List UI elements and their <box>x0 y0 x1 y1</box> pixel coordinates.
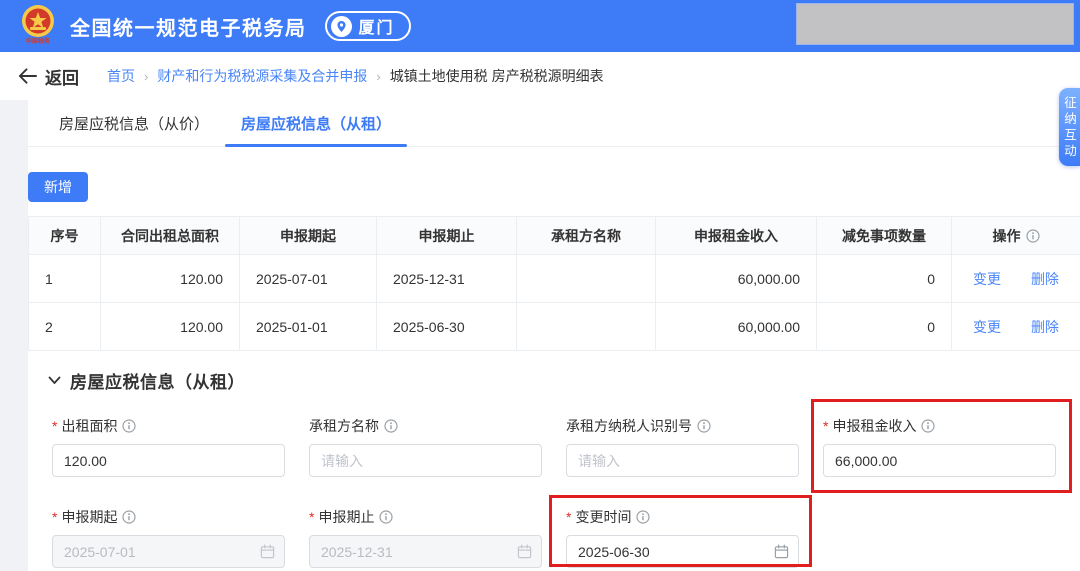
cell-area: 120.00 <box>101 303 240 351</box>
period-start-input <box>52 535 285 568</box>
col-seq: 序号 <box>29 217 101 255</box>
rental-area-input[interactable] <box>52 444 285 477</box>
cell-period-end: 2025-12-31 <box>377 255 517 303</box>
col-area: 合同出租总面积 <box>101 217 240 255</box>
breadcrumb-home[interactable]: 首页 <box>107 66 135 86</box>
field-label: 承租方名称 <box>309 416 542 436</box>
field-empty <box>823 507 1056 568</box>
table-header-row: 序号 合同出租总面积 申报期起 申报期止 承租方名称 申报租金收入 减免事项数量… <box>29 217 1080 255</box>
back-label: 返回 <box>45 64 79 89</box>
cell-rent-income: 60,000.00 <box>656 303 817 351</box>
breadcrumb-bar: 返回 首页 › 财产和行为税税源采集及合并申报 › 城镇土地使用税 房产税税源明… <box>0 52 1080 100</box>
change-link[interactable]: 变更 <box>973 271 1001 287</box>
cell-lessee <box>517 303 656 351</box>
delete-link[interactable]: 删除 <box>1031 319 1059 335</box>
cell-period-end: 2025-06-30 <box>377 303 517 351</box>
location-label: 厦门 <box>359 14 395 38</box>
info-icon[interactable] <box>697 419 711 433</box>
breadcrumb-collection[interactable]: 财产和行为税税源采集及合并申报 <box>157 66 367 86</box>
cell-actions: 变更 删除 <box>952 303 1080 351</box>
location-pin-icon <box>331 16 352 37</box>
field-label: * 申报期起 <box>52 507 285 527</box>
info-icon[interactable] <box>1026 229 1040 243</box>
rental-records-table: 序号 合同出租总面积 申报期起 申报期止 承租方名称 申报租金收入 减免事项数量… <box>28 216 1080 351</box>
rent-income-input[interactable] <box>823 444 1056 477</box>
field-period-start: * 申报期起 <box>52 507 285 568</box>
period-end-input <box>309 535 542 568</box>
redacted-user-area <box>796 3 1074 45</box>
lessee-tax-id-input[interactable] <box>566 444 799 477</box>
content-card: 房屋应税信息（从价） 房屋应税信息（从租） 新增 序号 合同出租总面积 申报期起… <box>28 100 1080 571</box>
info-icon[interactable] <box>636 510 650 524</box>
app-header: 中国税务 全国统一规范电子税务局 厦门 <box>0 0 1080 52</box>
required-marker: * <box>52 418 57 434</box>
add-button[interactable]: 新增 <box>28 172 88 202</box>
col-rent-income: 申报租金收入 <box>656 217 817 255</box>
tab-ad-valorem[interactable]: 房屋应税信息（从价） <box>43 100 225 146</box>
col-exemption-count: 减免事项数量 <box>817 217 952 255</box>
lessee-name-input[interactable] <box>309 444 542 477</box>
field-period-end: * 申报期止 <box>309 507 542 568</box>
cell-actions: 变更 删除 <box>952 255 1080 303</box>
rental-form: * 出租面积 承租方名称 <box>28 416 1080 568</box>
info-icon[interactable] <box>122 419 136 433</box>
cell-rent-income: 60,000.00 <box>656 255 817 303</box>
tab-rental[interactable]: 房屋应税信息（从租） <box>225 100 407 146</box>
chevron-down-icon[interactable] <box>48 376 61 385</box>
cell-period-start: 2025-01-01 <box>240 303 377 351</box>
cell-lessee <box>517 255 656 303</box>
field-label: * 申报租金收入 <box>823 416 1056 436</box>
field-label: * 出租面积 <box>52 416 285 436</box>
logo-caption: 中国税务 <box>26 39 50 45</box>
field-label: 承租方纳税人识别号 <box>566 416 799 436</box>
cell-exemption-count: 0 <box>817 255 952 303</box>
back-button[interactable]: 返回 <box>18 64 79 89</box>
breadcrumb: 首页 › 财产和行为税税源采集及合并申报 › 城镇土地使用税 房产税税源明细表 <box>107 66 604 86</box>
national-emblem-icon <box>21 4 55 38</box>
tab-bar: 房屋应税信息（从价） 房屋应税信息（从租） <box>28 100 1080 147</box>
info-icon[interactable] <box>384 419 398 433</box>
interaction-widget[interactable]: 征纳互动 <box>1059 88 1080 166</box>
delete-link[interactable]: 删除 <box>1031 271 1059 287</box>
required-marker: * <box>309 509 314 525</box>
breadcrumb-current: 城镇土地使用税 房产税税源明细表 <box>390 66 604 86</box>
screen: 中国税务 全国统一规范电子税务局 厦门 返回 首页 › 财产和行为税税源采集及合… <box>0 0 1080 571</box>
cell-area: 120.00 <box>101 255 240 303</box>
field-lessee-tax-id: 承租方纳税人识别号 <box>566 416 799 477</box>
section-title: 房屋应税信息（从租） <box>70 368 245 393</box>
col-period-end: 申报期止 <box>377 217 517 255</box>
col-lessee: 承租方名称 <box>517 217 656 255</box>
cell-exemption-count: 0 <box>817 303 952 351</box>
location-selector[interactable]: 厦门 <box>325 11 411 41</box>
cell-seq: 1 <box>29 255 101 303</box>
col-actions: 操作 <box>952 217 1080 255</box>
field-rent-income: * 申报租金收入 <box>823 416 1056 477</box>
required-marker: * <box>566 509 571 525</box>
required-marker: * <box>52 509 57 525</box>
col-period-start: 申报期起 <box>240 217 377 255</box>
app-title: 全国统一规范电子税务局 <box>70 12 307 41</box>
cell-period-start: 2025-07-01 <box>240 255 377 303</box>
info-icon[interactable] <box>379 510 393 524</box>
change-link[interactable]: 变更 <box>973 319 1001 335</box>
field-rental-area: * 出租面积 <box>52 416 285 477</box>
section-header: 房屋应税信息（从租） <box>28 364 1080 396</box>
change-date-input[interactable] <box>566 535 799 568</box>
field-change-date: * 变更时间 <box>566 507 799 568</box>
table-row: 1 120.00 2025-07-01 2025-12-31 60,000.00… <box>29 255 1080 303</box>
info-icon[interactable] <box>122 510 136 524</box>
info-icon[interactable] <box>921 419 935 433</box>
field-lessee-name: 承租方名称 <box>309 416 542 477</box>
field-label: * 变更时间 <box>566 507 799 527</box>
back-arrow-icon <box>18 68 37 84</box>
field-label: * 申报期止 <box>309 507 542 527</box>
breadcrumb-separator: › <box>144 69 148 84</box>
table-row: 2 120.00 2025-01-01 2025-06-30 60,000.00… <box>29 303 1080 351</box>
required-marker: * <box>823 418 828 434</box>
tax-bureau-logo: 中国税务 <box>18 4 58 48</box>
cell-seq: 2 <box>29 303 101 351</box>
breadcrumb-separator: › <box>376 69 380 84</box>
